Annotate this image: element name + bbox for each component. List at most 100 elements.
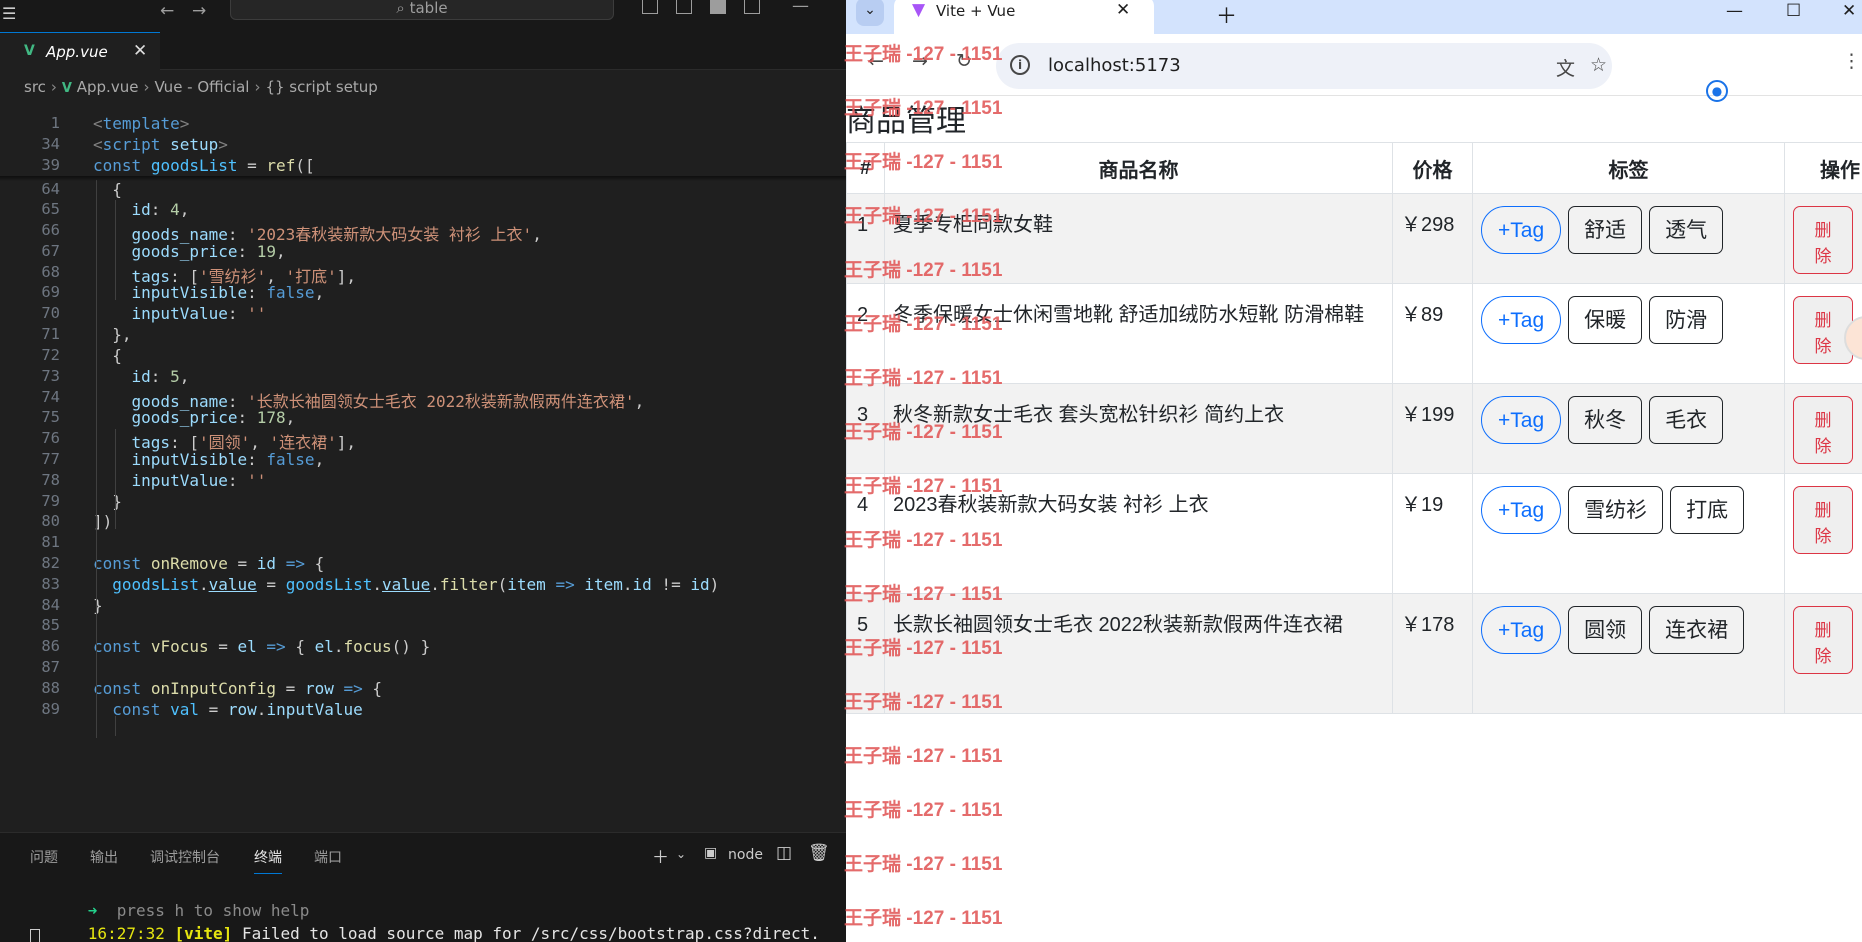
tag-badge[interactable]: 防滑 (1649, 296, 1724, 344)
new-terminal-icon[interactable]: ＋ (652, 843, 669, 868)
tab-debug-console[interactable]: 调试控制台 (150, 847, 220, 867)
tab-problems[interactable]: 问题 (30, 847, 58, 867)
code-line[interactable]: inputVisible: false, (93, 283, 325, 302)
delete-button[interactable]: 删除 (1793, 206, 1853, 274)
address-bar[interactable]: i localhost:5173 文 ☆ (996, 43, 1612, 89)
breadcrumb-item[interactable]: {} script setup (265, 78, 377, 96)
line-number: 73 (41, 367, 60, 385)
code-line[interactable]: id: 4, (93, 200, 190, 219)
close-icon[interactable]: ✕ (133, 41, 147, 61)
actions-cell: 删除 (1784, 193, 1862, 284)
url-text[interactable]: localhost:5173 (1048, 55, 1181, 76)
code-line[interactable]: const onRemove = id => { (93, 554, 324, 573)
indent-guide (115, 200, 116, 300)
delete-button[interactable]: 删除 (1793, 296, 1853, 364)
tag-badge[interactable]: 雪纺衫 (1568, 486, 1664, 534)
trash-icon[interactable]: 🗑 (808, 843, 830, 863)
code-line[interactable]: const goodsList = ref([ (93, 156, 315, 175)
add-tag-button[interactable]: +Tag (1481, 396, 1562, 444)
code-line[interactable]: id: 5, (93, 367, 190, 386)
breadcrumb-item[interactable]: Vue - Official (154, 78, 249, 96)
command-center-label: table (409, 0, 448, 17)
command-center-search[interactable]: ⌕ table (230, 0, 614, 20)
code-line[interactable]: { (93, 346, 122, 365)
tab-app-vue[interactable]: V App.vue ✕ (0, 32, 160, 70)
column-header-tags: 标签 (1472, 142, 1785, 194)
terminal-icon: ▣ (704, 845, 718, 861)
line-number: 69 (41, 283, 60, 301)
watermark-text: 王子瑞 -127 - 1151 (844, 800, 1003, 821)
tag-badge[interactable]: 圆领 (1568, 606, 1643, 654)
tag-badge[interactable]: 连衣裙 (1649, 606, 1745, 654)
chevron-down-icon[interactable]: ⌄ (676, 847, 686, 861)
watermark-text: 王子瑞 -127 - 1151 (844, 44, 1003, 65)
code-editor[interactable]: 1 <template> 34 <script setup> 39 const goods… (0, 102, 846, 832)
tab-terminal[interactable]: 终端 (254, 847, 282, 874)
code-line[interactable]: <template> (93, 114, 189, 133)
toggle-sidebar-icon[interactable] (676, 0, 692, 14)
code-line[interactable]: const onInputConfig = row => { (93, 679, 382, 698)
code-line[interactable]: goods_price: 19, (93, 242, 286, 261)
vue-file-icon: V (24, 43, 35, 59)
code-line[interactable]: } (93, 492, 122, 511)
code-line[interactable]: inputVisible: false, (93, 450, 325, 469)
tag-badge[interactable]: 保暖 (1568, 296, 1643, 344)
new-tab-icon[interactable]: ＋ (1216, 0, 1237, 30)
add-tag-button[interactable]: +Tag (1481, 606, 1562, 654)
tag-badge[interactable]: 透气 (1649, 206, 1724, 254)
translate-icon[interactable]: 文 (1556, 54, 1575, 81)
toggle-panel-icon[interactable] (710, 0, 726, 14)
code-line[interactable]: }, (93, 325, 131, 344)
line-number: 88 (41, 679, 60, 697)
code-line[interactable]: goods_price: 178, (93, 408, 296, 427)
add-tag-button[interactable]: +Tag (1481, 206, 1562, 254)
site-info-icon[interactable]: i (1010, 55, 1030, 75)
tab-search-icon[interactable]: ⌄ (856, 0, 884, 26)
tab-ports[interactable]: 端口 (314, 847, 342, 867)
watermark-text: 王子瑞 -127 - 1151 (844, 476, 1003, 497)
code-line[interactable]: const vFocus = el => { el.focus() } (93, 637, 430, 656)
minimize-icon[interactable]: — (1726, 1, 1743, 21)
tag-badge[interactable]: 毛衣 (1649, 396, 1724, 444)
back-arrow-icon[interactable]: ← (160, 1, 174, 21)
vite-logo-icon: ▼ (912, 0, 926, 20)
code-line[interactable]: goodsList.value = goodsList.value.filter… (93, 575, 719, 594)
add-tag-button[interactable]: +Tag (1481, 296, 1562, 344)
line-number: 74 (41, 388, 60, 406)
sticky-scroll-shadow (0, 176, 846, 181)
chevron-right-icon: › (143, 78, 150, 96)
code-line[interactable]: <script setup> (93, 135, 228, 154)
browser-tab[interactable]: ▼ Vite + Vue ✕ (894, 0, 1154, 34)
close-icon[interactable]: ✕ (1116, 0, 1130, 20)
toggle-secondary-sidebar-icon[interactable] (744, 0, 760, 14)
bookmark-star-icon[interactable]: ☆ (1590, 54, 1607, 76)
close-window-icon[interactable]: ✕ (1842, 1, 1856, 21)
tag-badge[interactable]: 舒适 (1568, 206, 1643, 254)
line-number: 85 (41, 616, 60, 634)
code-line[interactable]: { (93, 180, 122, 199)
layout-icon[interactable] (642, 0, 658, 14)
tags-cell: +Tag 雪纺衫 打底 (1472, 473, 1785, 594)
breadcrumb-item[interactable]: App.vue (77, 78, 139, 96)
line-number: 82 (41, 554, 60, 572)
code-line[interactable]: } (93, 596, 103, 615)
menu-icon[interactable]: ☰ (2, 4, 16, 23)
code-line[interactable]: const val = row.inputValue (93, 700, 363, 719)
add-tag-button[interactable]: +Tag (1481, 486, 1562, 534)
more-menu-icon[interactable]: ⋮ (1842, 50, 1861, 72)
delete-button[interactable]: 删除 (1793, 606, 1853, 674)
breadcrumb-item[interactable]: src (24, 78, 46, 96)
delete-button[interactable]: 删除 (1793, 486, 1853, 554)
split-terminal-icon[interactable]: ◫ (776, 843, 792, 863)
tag-badge[interactable]: 打底 (1670, 486, 1745, 534)
delete-button[interactable]: 删除 (1793, 396, 1853, 464)
maximize-icon[interactable]: ☐ (1786, 1, 1801, 21)
code-line[interactable]: inputValue: '' (93, 471, 267, 490)
chevron-right-icon: › (50, 78, 57, 96)
minimize-icon[interactable]: — (792, 0, 809, 16)
terminal-profile-label[interactable]: node (728, 847, 763, 863)
forward-arrow-icon[interactable]: → (192, 1, 206, 21)
tab-output[interactable]: 输出 (90, 847, 118, 867)
code-line[interactable]: inputValue: '' (93, 304, 267, 323)
tag-badge[interactable]: 秋冬 (1568, 396, 1643, 444)
